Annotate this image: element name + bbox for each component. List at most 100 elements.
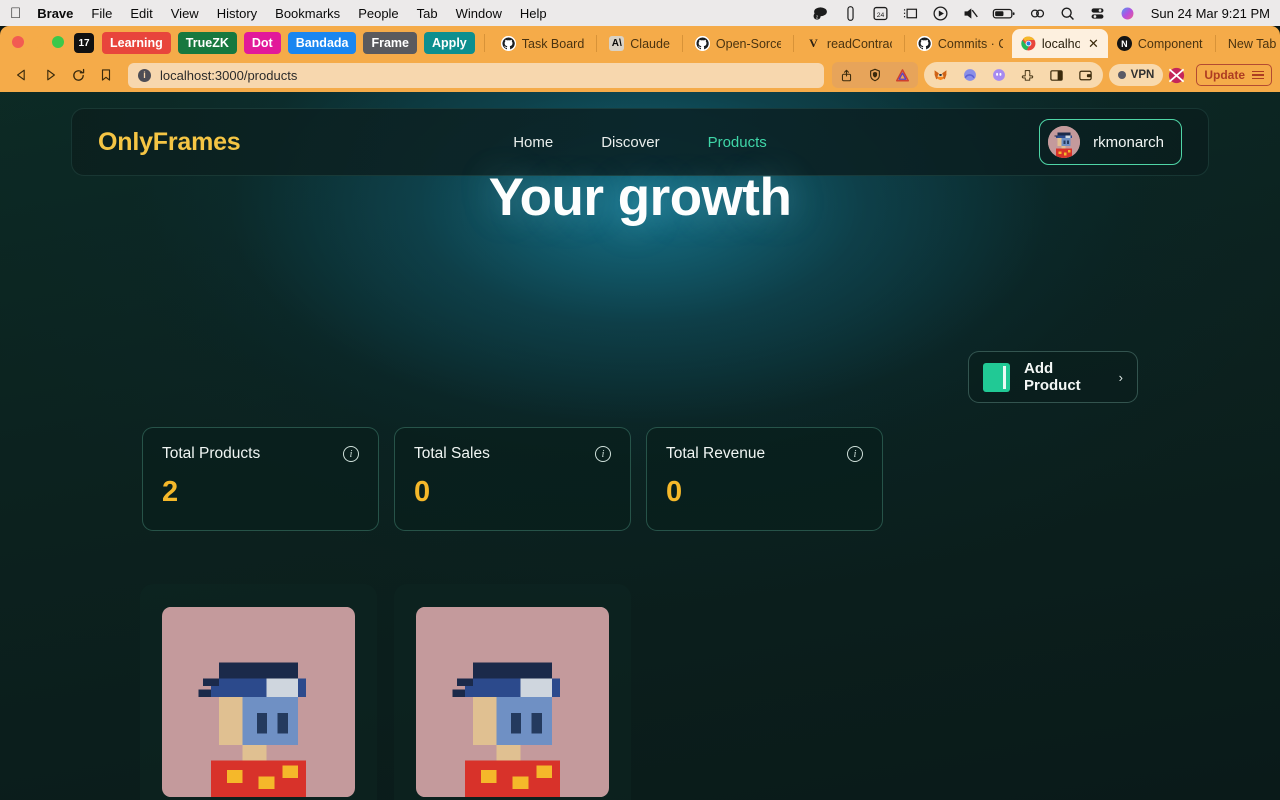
brave-triangle-icon[interactable] <box>890 62 916 88</box>
menu-item-file[interactable]: File <box>91 6 112 21</box>
menu-item-tab[interactable]: Tab <box>417 6 438 21</box>
search-icon[interactable] <box>1059 5 1076 22</box>
screen-mirroring-icon[interactable] <box>902 5 919 22</box>
info-icon[interactable]: i <box>847 446 863 462</box>
tab-localhost[interactable]: localhost ✕ <box>1011 29 1108 58</box>
menu-item-history[interactable]: History <box>217 6 257 21</box>
vpn-button[interactable]: VPN <box>1108 64 1164 86</box>
close-window-button[interactable] <box>12 36 24 48</box>
page-title: Your growth <box>488 168 792 227</box>
tab-separator <box>903 35 905 52</box>
info-icon[interactable]: i <box>595 446 611 462</box>
forward-arrow-icon[interactable] <box>36 62 64 88</box>
tab-components[interactable]: N Components <box>1108 29 1212 58</box>
product-card[interactable]: VVV 0.01 ETH Share on <box>140 584 377 800</box>
minimize-window-button[interactable] <box>32 36 44 48</box>
sidebar-icon[interactable] <box>1044 62 1070 88</box>
browser-toolbar: i localhost:3000/products VPN Update <box>0 58 1280 92</box>
tab-separator <box>792 35 794 52</box>
add-product-button[interactable]: Add Product › <box>968 351 1138 403</box>
siri-icon[interactable] <box>1119 5 1136 22</box>
bookmark-icon[interactable] <box>92 62 120 88</box>
calendar-24-icon[interactable]: 24 <box>872 5 889 22</box>
back-arrow-icon[interactable] <box>8 62 36 88</box>
stat-card-total-products: Total Products i 2 <box>142 427 379 531</box>
stat-label: Total Sales <box>414 445 490 462</box>
stat-card-total-revenue: Total Revenue i 0 <box>646 427 883 531</box>
control-center-icon[interactable] <box>1089 5 1106 22</box>
menu-item-view[interactable]: View <box>171 6 199 21</box>
battery-icon[interactable] <box>992 5 1016 22</box>
hamburger-menu-icon[interactable] <box>1252 70 1264 80</box>
group-tab-apply[interactable]: Apply <box>424 32 475 54</box>
bookmark-favicon-icon[interactable]: 17 <box>74 33 94 53</box>
cloud-sync-icon[interactable]: 2 <box>812 5 829 22</box>
metamask-fox-icon[interactable] <box>928 62 954 88</box>
nav-link-home[interactable]: Home <box>513 134 553 151</box>
github-icon <box>694 36 710 51</box>
tab-commits[interactable]: Commits · O <box>908 29 1012 58</box>
maximize-window-button[interactable] <box>52 36 64 48</box>
group-tab-truezk[interactable]: TrueZK <box>177 32 237 54</box>
github-icon <box>916 36 932 51</box>
nav-link-products[interactable]: Products <box>708 134 767 151</box>
stat-header: Total Revenue i <box>666 445 863 463</box>
share-icon[interactable] <box>834 62 860 88</box>
page-viewport: OnlyFrames Home Discover Products rkmona… <box>0 92 1280 800</box>
tab-claude[interactable]: A\ Claude <box>600 29 679 58</box>
brave-shield-icon[interactable] <box>862 62 888 88</box>
menu-item-people[interactable]: People <box>358 6 398 21</box>
close-tab-button[interactable]: ✕ <box>1088 36 1099 52</box>
tab-strip: 17 Learning TrueZK Dot Bandada Frame App… <box>0 26 1280 58</box>
tab-separator <box>681 35 683 52</box>
wallet-icon[interactable] <box>1073 62 1099 88</box>
mute-icon[interactable] <box>962 5 979 22</box>
chevron-right-icon: › <box>1118 369 1123 385</box>
window-controls[interactable] <box>8 26 74 58</box>
chrome-icon <box>1021 36 1036 51</box>
play-circle-icon[interactable] <box>932 5 949 22</box>
phantom-wallet-icon[interactable] <box>986 62 1012 88</box>
svg-text:24: 24 <box>876 11 884 18</box>
group-tab-dot[interactable]: Dot <box>243 32 281 54</box>
notion-icon: N <box>1116 36 1132 51</box>
site-info-icon[interactable]: i <box>138 68 151 82</box>
tab-readcontract[interactable]: V readContract <box>797 29 901 58</box>
vercel-icon: V <box>809 36 818 50</box>
product-card[interactable]: VV2 0.01 ETH Share on <box>394 584 631 800</box>
menu-item-bookmarks[interactable]: Bookmarks <box>275 6 340 21</box>
stat-label: Total Revenue <box>666 445 766 462</box>
reload-icon[interactable] <box>64 62 92 88</box>
tab-open-sorcer[interactable]: Open-Sorcer <box>686 29 790 58</box>
update-button[interactable]: Update <box>1196 64 1272 86</box>
group-tab-frame[interactable]: Frame <box>363 32 418 54</box>
stat-header: Total Products i <box>162 445 359 463</box>
brave-leo-icon[interactable] <box>1163 62 1189 88</box>
menu-item-edit[interactable]: Edit <box>130 6 152 21</box>
link-icon[interactable] <box>1029 5 1046 22</box>
tab-task-board[interactable]: Task Board <box>492 29 594 58</box>
svg-text:2: 2 <box>816 14 819 19</box>
menu-item-brave[interactable]: Brave <box>37 6 73 21</box>
group-tab-learning[interactable]: Learning <box>102 32 171 54</box>
apple-logo-icon[interactable]:  <box>10 6 21 21</box>
add-product-label: Add Product <box>1024 360 1081 394</box>
nav-links: Home Discover Products <box>72 134 1208 151</box>
address-bar[interactable]: i localhost:3000/products <box>128 62 824 88</box>
brand-logo[interactable]: OnlyFrames <box>98 128 241 157</box>
info-icon[interactable]: i <box>343 446 359 462</box>
tab-label: Commits · O <box>937 36 1003 51</box>
menu-item-window[interactable]: Window <box>456 6 502 21</box>
nav-link-discover[interactable]: Discover <box>601 134 659 151</box>
puzzle-extension-icon[interactable] <box>1015 62 1041 88</box>
product-image <box>416 607 609 797</box>
user-profile-button[interactable]: rkmonarch <box>1039 119 1182 165</box>
stat-value: 0 <box>414 476 431 508</box>
paperclip-icon[interactable] <box>842 5 859 22</box>
menubar-clock[interactable]: Sun 24 Mar 9:21 PM <box>1151 6 1270 21</box>
rainbow-wallet-icon[interactable] <box>957 62 983 88</box>
group-tab-bandada[interactable]: Bandada <box>287 32 357 54</box>
menu-item-help[interactable]: Help <box>520 6 547 21</box>
claude-icon: A\ <box>609 36 625 51</box>
tab-new-tab[interactable]: New Tab <box>1219 29 1280 58</box>
